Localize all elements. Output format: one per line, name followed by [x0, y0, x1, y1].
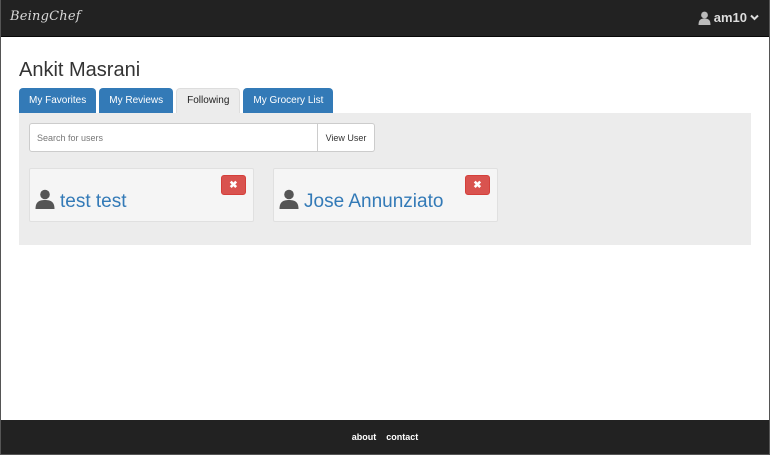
user-icon — [279, 189, 299, 214]
view-user-button[interactable]: View User — [318, 123, 375, 152]
tab-following[interactable]: Following — [176, 88, 241, 114]
user-menu-toggle[interactable]: am10 — [698, 10, 759, 25]
unfollow-button[interactable]: ✖ — [221, 175, 246, 195]
tab-my-reviews[interactable]: My Reviews — [99, 88, 174, 113]
followed-user-link[interactable]: Jose Annunziato — [304, 191, 443, 213]
user-icon — [35, 189, 55, 214]
close-icon: ✖ — [473, 179, 482, 191]
unfollow-button[interactable]: ✖ — [465, 175, 490, 195]
tab-my-favorites[interactable]: My Favorites — [19, 88, 97, 113]
following-person: Jose Annunziato — [279, 189, 443, 214]
following-card: test test ✖ — [29, 168, 254, 222]
username-label: am10 — [713, 10, 747, 25]
app-window: BeingChef am10 Ankit Masrani My Favorite… — [0, 0, 770, 455]
following-person: test test — [35, 189, 127, 214]
footer-link-about[interactable]: about — [352, 432, 377, 442]
user-search-group: View User — [29, 123, 375, 152]
tab-my-grocery-list[interactable]: My Grocery List — [243, 88, 334, 113]
following-card: Jose Annunziato ✖ — [273, 168, 498, 222]
page-title: Ankit Masrani — [19, 59, 141, 81]
brand-logo[interactable]: BeingChef — [10, 9, 81, 24]
top-navbar: BeingChef am10 — [1, 0, 769, 37]
close-icon: ✖ — [229, 179, 238, 191]
footer: about contact — [1, 420, 769, 454]
following-panel: View User test test ✖ Jose Annunziato ✖ — [19, 113, 751, 245]
search-input[interactable] — [29, 123, 318, 152]
footer-link-contact[interactable]: contact — [386, 432, 418, 442]
followed-user-link[interactable]: test test — [60, 191, 127, 213]
user-icon — [698, 11, 711, 25]
chevron-down-icon — [750, 14, 759, 21]
profile-tabs: My Favorites My Reviews Following My Gro… — [19, 88, 336, 114]
